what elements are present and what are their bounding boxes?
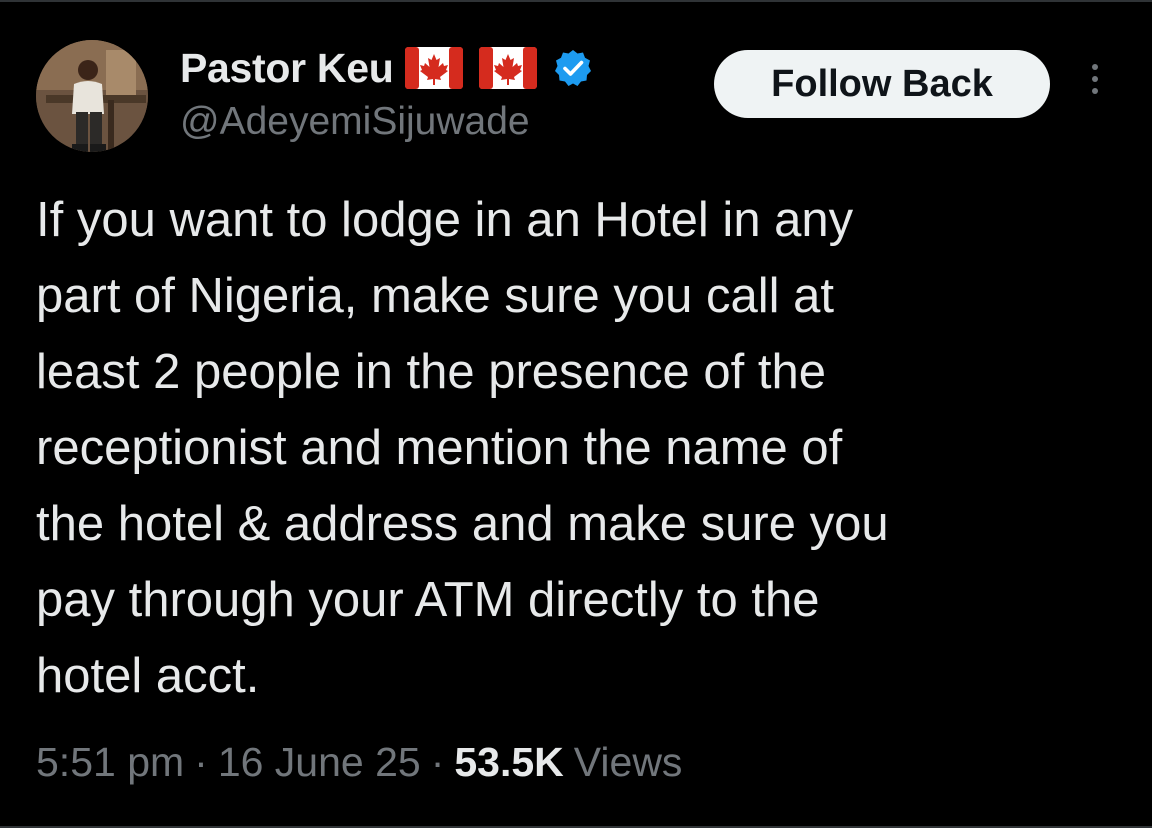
tweet-date[interactable]: 16 June 25 bbox=[218, 739, 421, 786]
author-name-row: Pastor Keu bbox=[180, 40, 593, 96]
verified-badge-icon[interactable] bbox=[553, 48, 593, 88]
display-name[interactable]: Pastor Keu bbox=[180, 45, 394, 92]
tweet-line: If you want to lodge in an Hotel in any bbox=[36, 193, 854, 247]
more-dot bbox=[1092, 76, 1098, 82]
author-handle[interactable]: @AdeyemiSijuwade bbox=[180, 100, 530, 144]
meta-separator: · bbox=[430, 738, 445, 785]
more-dot bbox=[1092, 64, 1098, 70]
avatar-photo bbox=[36, 40, 148, 152]
top-divider bbox=[0, 0, 1152, 2]
tweet-line: least 2 people in the presence of the bbox=[36, 345, 827, 399]
tweet-text: If you want to lodge in an Hotel in any … bbox=[36, 182, 1126, 714]
more-vertical-icon[interactable] bbox=[1082, 64, 1108, 104]
tweet-line: the hotel & address and make sure you bbox=[36, 497, 889, 551]
tweet-meta: 5:51 pm · 16 June 25 · 53.5K Views bbox=[36, 732, 682, 792]
avatar[interactable] bbox=[36, 40, 148, 152]
tweet-time[interactable]: 5:51 pm bbox=[36, 739, 184, 786]
tweet-line: pay through your ATM directly to the bbox=[36, 573, 820, 627]
meta-separator: · bbox=[194, 738, 208, 785]
views-label: Views bbox=[573, 738, 683, 785]
canada-flag-icon bbox=[479, 47, 538, 89]
tweet-line: receptionist and mention the name of bbox=[36, 421, 843, 475]
canada-flag-icon bbox=[405, 47, 464, 89]
tweet-line: part of Nigeria, make sure you call at bbox=[36, 269, 834, 323]
tweet-line: hotel acct. bbox=[36, 649, 260, 703]
views-count[interactable]: 53.5K bbox=[454, 739, 563, 786]
follow-back-button[interactable]: Follow Back bbox=[714, 50, 1050, 118]
more-dot bbox=[1092, 88, 1098, 94]
